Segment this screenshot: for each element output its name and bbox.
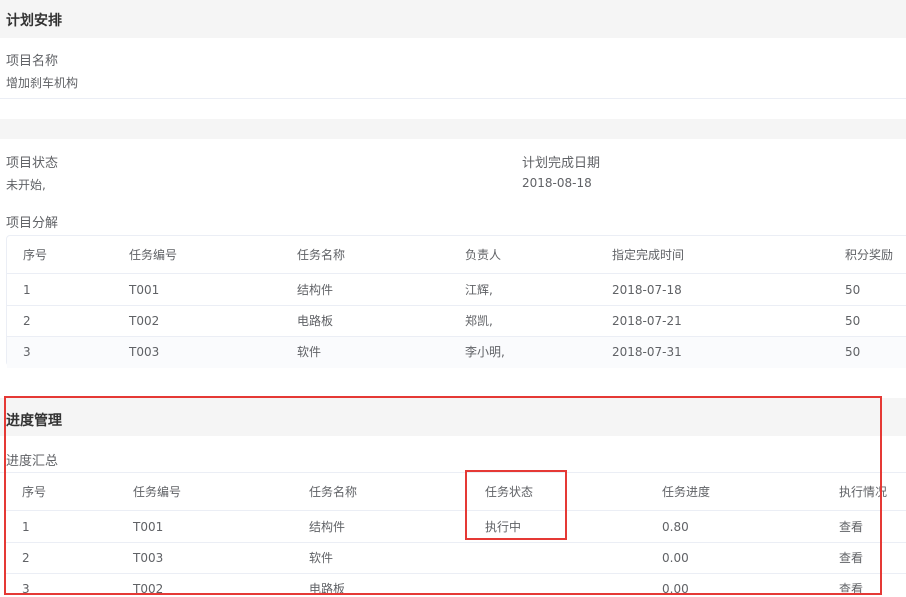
table-row: 3 T003 软件 李小明, 2018-07-31 50	[7, 337, 906, 368]
project-status-label: 项目状态	[6, 156, 59, 171]
project-name-value: 增加刹车机构	[6, 76, 79, 90]
highlight-box-task-status	[465, 470, 567, 540]
cell-task-name: 结构件	[297, 283, 334, 297]
due-date-value: 2018-08-18	[522, 176, 592, 190]
cell-task-name: 软件	[297, 345, 322, 359]
column-header: 负责人	[465, 248, 502, 262]
cell-owner: 郑凯,	[465, 314, 493, 328]
cell-task-name: 电路板	[297, 314, 334, 328]
highlight-box-progress-section	[4, 396, 882, 595]
cell-points: 50	[845, 345, 861, 359]
section-gap	[0, 119, 906, 139]
project-name-label: 项目名称	[6, 54, 59, 69]
cell-points: 50	[845, 283, 861, 297]
project-status-value: 未开始,	[6, 178, 46, 192]
plan-section-header: 计划安排	[0, 0, 906, 38]
cell-due-date: 2018-07-21	[612, 314, 682, 328]
cell-index: 3	[23, 345, 31, 359]
due-date-label: 计划完成日期	[522, 156, 601, 171]
cell-due-date: 2018-07-18	[612, 283, 682, 297]
cell-index: 2	[23, 314, 31, 328]
table-row: 1 T001 结构件 江辉, 2018-07-18 50	[7, 275, 906, 306]
cell-task-id: T001	[129, 283, 160, 297]
column-header: 指定完成时间	[612, 248, 685, 262]
table-header-row: 序号 任务编号 任务名称 负责人 指定完成时间 积分奖励	[7, 236, 906, 274]
column-header: 积分奖励	[845, 248, 894, 262]
plan-section-title: 计划安排	[6, 13, 62, 29]
cell-owner: 江辉,	[465, 283, 493, 297]
breakdown-label: 项目分解	[6, 216, 59, 231]
cell-due-date: 2018-07-31	[612, 345, 682, 359]
cell-index: 1	[23, 283, 31, 297]
cell-task-id: T003	[129, 345, 160, 359]
cell-points: 50	[845, 314, 861, 328]
cell-task-id: T002	[129, 314, 160, 328]
column-header: 序号	[23, 248, 48, 262]
table-row: 2 T002 电路板 郑凯, 2018-07-21 50	[7, 306, 906, 337]
divider	[0, 98, 906, 99]
breakdown-table: 序号 任务编号 任务名称 负责人 指定完成时间 积分奖励 1 T001 结构件 …	[6, 235, 906, 368]
column-header: 任务名称	[297, 248, 346, 262]
cell-owner: 李小明,	[465, 345, 505, 359]
column-header: 任务编号	[129, 248, 178, 262]
